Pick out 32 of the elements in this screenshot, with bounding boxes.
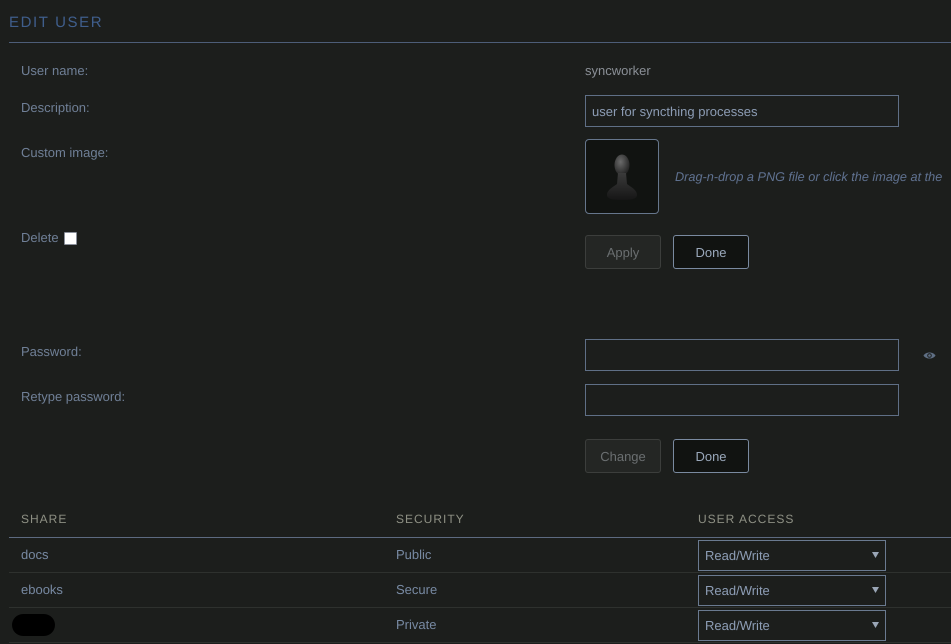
field-label: Retype password:: [21, 389, 126, 405]
description-field[interactable]: user for syncthing processes: [585, 95, 899, 127]
user-name-value: syncworker: [585, 63, 651, 79]
eye-icon[interactable]: [923, 350, 936, 360]
column-header: USER ACCESS: [698, 511, 794, 527]
field-label: User name:: [21, 63, 88, 79]
caret-icon: [872, 587, 879, 593]
person-silhouette-icon: [607, 154, 637, 200]
caret-icon: [872, 552, 879, 558]
delete-checkbox[interactable]: [64, 232, 77, 244]
security-level: Private: [396, 617, 436, 633]
field-label: Password:: [21, 344, 82, 360]
field-label: Custom image:: [21, 145, 108, 161]
avatar-image-button[interactable]: [585, 139, 659, 214]
column-header: SHARE: [21, 511, 68, 527]
security-level: Public: [396, 547, 432, 563]
access-select[interactable]: Read/Write: [698, 540, 886, 570]
access-select[interactable]: Read/Write: [698, 610, 886, 640]
share-name: docs: [21, 547, 48, 563]
delete-label: Delete: [21, 230, 59, 246]
access-select[interactable]: Read/Write: [698, 574, 886, 606]
share-name: ebooks: [21, 582, 63, 598]
retype-password-field[interactable]: [585, 384, 899, 416]
caret-icon: [872, 622, 879, 628]
page-title: EDIT USER: [9, 14, 104, 31]
upload-hint: Drag-n-drop a PNG file or click the image at the: [675, 170, 942, 184]
field-label: Description:: [21, 100, 90, 116]
column-header: SECURITY: [396, 511, 465, 527]
security-level: Secure: [396, 582, 438, 598]
done-button[interactable]: Done: [673, 235, 749, 269]
password-field[interactable]: [585, 339, 899, 371]
done-button[interactable]: Done: [673, 439, 749, 473]
